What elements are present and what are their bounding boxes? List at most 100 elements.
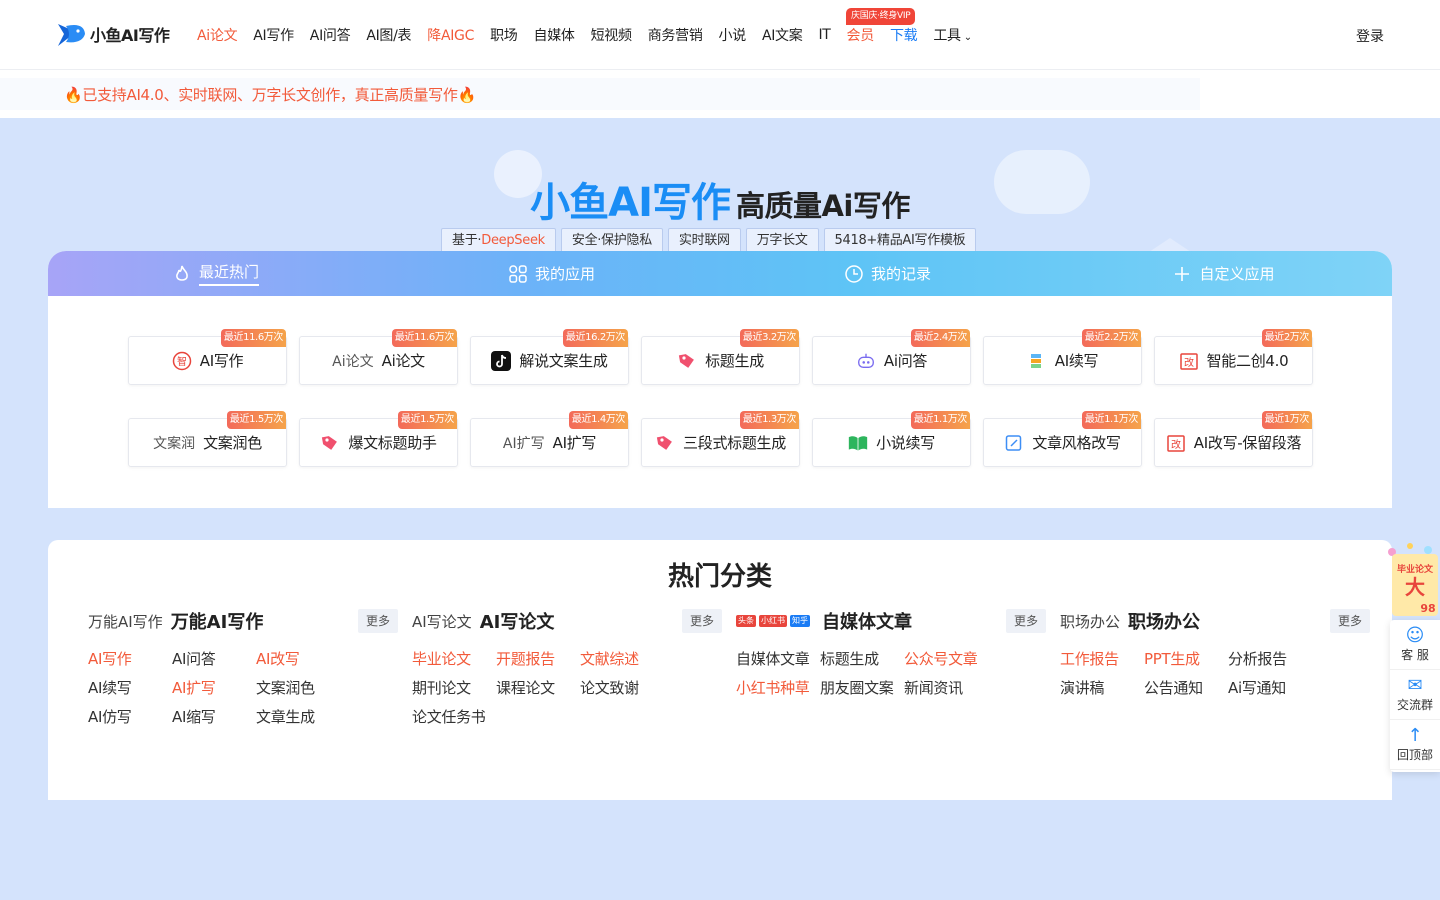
- nav-item[interactable]: 降AIGC: [419, 25, 482, 45]
- category-link[interactable]: AI问答: [172, 648, 256, 669]
- app-card[interactable]: 文章风格改写 最近1.1万次: [983, 411, 1142, 467]
- svg-text:智: 智: [177, 355, 187, 368]
- category-link[interactable]: AI仿写: [88, 706, 172, 727]
- category-link[interactable]: 公众号文章: [904, 648, 994, 669]
- nav-item[interactable]: AI写作: [245, 25, 302, 45]
- usage-badge: 最近2.4万次: [910, 329, 970, 347]
- nav-item[interactable]: AI图/表: [358, 25, 419, 45]
- app-card[interactable]: Ai问答 最近2.4万次: [812, 329, 971, 385]
- usage-badge: 最近1.5万次: [397, 411, 457, 429]
- category-link[interactable]: 公告通知: [1144, 677, 1228, 698]
- nav-item[interactable]: 会员: [839, 25, 882, 45]
- more-button[interactable]: 更多: [357, 609, 398, 633]
- nav-item[interactable]: Ai论文: [189, 25, 245, 45]
- nav-item[interactable]: 短视频: [583, 25, 640, 45]
- nav-item[interactable]: IT: [810, 27, 838, 43]
- back-to-top-button[interactable]: ↑ 回顶部: [1390, 720, 1440, 770]
- tab-custom-app[interactable]: 自定义应用: [1056, 251, 1392, 296]
- category-link[interactable]: Ai写通知: [1228, 677, 1318, 698]
- nav-item-label: 降AIGC: [427, 28, 475, 44]
- category-link[interactable]: AI缩写: [172, 706, 256, 727]
- category-link[interactable]: 新闻资讯: [904, 677, 994, 698]
- app-card[interactable]: 标题生成 最近3.2万次: [641, 329, 800, 385]
- categories-section: 热门分类 万能AI写作 万能AI写作 更多 AI写作 AI问答 AI改写 AI续写 AI扩写文…: [48, 540, 1392, 800]
- broken-image-icon: AI写论文: [412, 612, 472, 631]
- category-link[interactable]: 朋友圈文案: [820, 677, 904, 698]
- tiktok-icon: [491, 350, 512, 371]
- side-item-label: 交流群: [1396, 698, 1433, 712]
- usage-badge: 最近3.2万次: [739, 329, 799, 347]
- category-link[interactable]: 分析报告: [1228, 648, 1318, 669]
- app-card[interactable]: 文案润 文案润色 最近1.5万次: [128, 411, 287, 467]
- app-card[interactable]: AI续写 最近2.2万次: [983, 329, 1142, 385]
- tab-my-apps[interactable]: 我的应用: [384, 251, 720, 296]
- category-link[interactable]: 标题生成: [820, 648, 904, 669]
- tab-my-records[interactable]: 我的记录: [720, 251, 1056, 296]
- nav-item-label: AI写作: [253, 28, 294, 44]
- category-link[interactable]: 文章生成: [256, 706, 346, 727]
- usage-badge: 最近2万次: [1261, 329, 1312, 347]
- nav-item[interactable]: 小说: [711, 25, 754, 45]
- nav-item-label: AI文案: [761, 28, 803, 44]
- category-column: 万能AI写作 万能AI写作 更多 AI写作 AI问答 AI改写 AI续写 AI扩写 文案润色 AI…: [88, 606, 398, 727]
- app-card[interactable]: AI扩写 AI扩写 最近1.4万次: [470, 411, 629, 467]
- promo-banner[interactable]: 毕业论文 大 98: [1384, 542, 1440, 618]
- more-button[interactable]: 更多: [681, 609, 722, 633]
- tab-recent-hot[interactable]: 最近热门: [48, 251, 384, 296]
- category-link[interactable]: 期刊论文: [412, 677, 496, 698]
- edit-box-icon: 改: [1166, 433, 1186, 453]
- nav-item[interactable]: AI问答: [302, 25, 359, 45]
- hero-title: 小鱼AI写作 高质量Ai写作: [0, 170, 1440, 228]
- tag-text: 5418+精品AI写作模板: [834, 233, 966, 248]
- tag-icon: [677, 351, 697, 371]
- nav-item-label: 商务营销: [647, 28, 703, 44]
- nav-item[interactable]: 商务营销: [640, 25, 711, 45]
- category-link[interactable]: 毕业论文: [412, 648, 496, 669]
- app-card[interactable]: 三段式标题生成 最近1.3万次: [641, 411, 800, 467]
- category-link[interactable]: PPT生成: [1144, 648, 1228, 669]
- app-card[interactable]: Ai论文 Ai论文 最近11.6万次: [299, 329, 458, 385]
- nav-item[interactable]: 工具 ⌄: [925, 25, 980, 45]
- nav-item[interactable]: 下载: [882, 25, 925, 45]
- nav-item-label: 职场: [490, 28, 518, 44]
- customer-service-button[interactable]: ☺ 客 服: [1390, 620, 1440, 670]
- nav-item[interactable]: 职场: [482, 25, 525, 45]
- more-button[interactable]: 更多: [1329, 609, 1370, 633]
- broken-image-icon: AI扩写: [502, 435, 545, 452]
- category-link[interactable]: AI改写: [256, 648, 346, 669]
- chat-group-button[interactable]: ✉ 交流群: [1390, 670, 1440, 720]
- broken-image-icon: Ai论文: [332, 353, 374, 370]
- media-logos-icon: 头条 小红书 知乎: [736, 615, 810, 627]
- category-link[interactable]: 演讲稿: [1060, 677, 1144, 698]
- promo-line-3: 98: [1420, 602, 1435, 615]
- zhi-icon: 智: [172, 351, 192, 371]
- category-link[interactable]: 文案润色: [256, 677, 346, 698]
- category-link[interactable]: 文献综述: [580, 648, 670, 669]
- logo[interactable]: 小鱼AI写作: [56, 18, 170, 50]
- nav-item[interactable]: 自媒体: [526, 25, 583, 45]
- app-card[interactable]: 爆文标题助手 最近1.5万次: [299, 411, 458, 467]
- category-header: 职场办公 职场办公 更多: [1060, 606, 1370, 636]
- category-link[interactable]: 论文致谢: [580, 677, 670, 698]
- category-links: 毕业论文 开题报告 文献综述期刊论文 课程论文 论文致谢论文任务书: [412, 648, 722, 727]
- clock-icon: [845, 264, 863, 283]
- category-link[interactable]: AI续写: [88, 677, 172, 698]
- app-card[interactable]: 改 AI改写-保留段落 最近1万次: [1154, 411, 1313, 467]
- app-card[interactable]: 智 AI写作 最近11.6万次: [128, 329, 287, 385]
- category-link[interactable]: 工作报告: [1060, 648, 1144, 669]
- nav-item[interactable]: AI文案: [754, 25, 811, 45]
- tag-icon: [655, 433, 675, 453]
- more-button[interactable]: 更多: [1005, 609, 1046, 633]
- app-card[interactable]: 小说续写 最近1.1万次: [812, 411, 971, 467]
- app-card[interactable]: 解说文案生成 最近16.2万次: [470, 329, 629, 385]
- category-link[interactable]: 论文任务书: [412, 706, 496, 727]
- login-link[interactable]: 登录: [1356, 26, 1384, 46]
- app-card[interactable]: 改智能二创4.0 最近2万次: [1154, 329, 1313, 385]
- category-link[interactable]: 小红书种草: [736, 677, 820, 698]
- category-link[interactable]: 自媒体文章: [736, 648, 820, 669]
- category-link[interactable]: 课程论文: [496, 677, 580, 698]
- category-link[interactable]: AI写作: [88, 648, 172, 669]
- category-link[interactable]: AI扩写: [172, 677, 256, 698]
- category-link[interactable]: 开题报告: [496, 648, 580, 669]
- app-name: 文案润色: [203, 434, 262, 452]
